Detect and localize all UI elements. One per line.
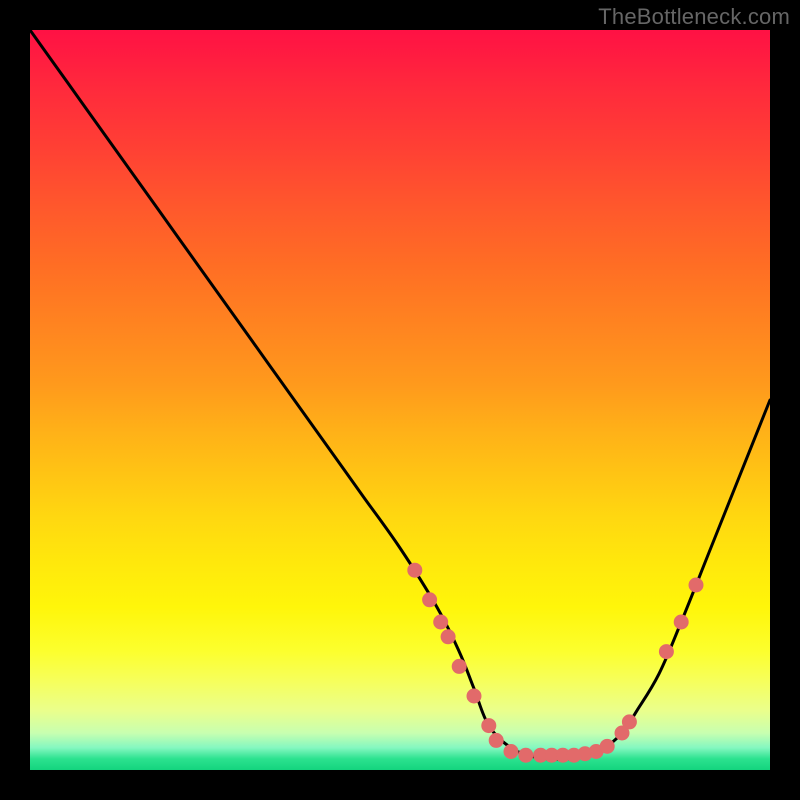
marker-dots-group xyxy=(408,563,703,762)
watermark-text: TheBottleneck.com xyxy=(598,4,790,30)
marker-dot xyxy=(467,689,481,703)
chart-frame: TheBottleneck.com xyxy=(0,0,800,800)
marker-dot xyxy=(519,748,533,762)
bottleneck-curve-svg xyxy=(30,30,770,770)
marker-dot xyxy=(600,739,614,753)
bottleneck-curve-line xyxy=(30,30,770,759)
marker-dot xyxy=(689,578,703,592)
marker-dot xyxy=(622,715,636,729)
marker-dot xyxy=(441,630,455,644)
marker-dot xyxy=(434,615,448,629)
plot-gradient-area xyxy=(30,30,770,770)
marker-dot xyxy=(482,719,496,733)
marker-dot xyxy=(408,563,422,577)
marker-dot xyxy=(489,733,503,747)
marker-dot xyxy=(452,659,466,673)
marker-dot xyxy=(504,745,518,759)
marker-dot xyxy=(659,645,673,659)
marker-dot xyxy=(423,593,437,607)
marker-dot xyxy=(674,615,688,629)
